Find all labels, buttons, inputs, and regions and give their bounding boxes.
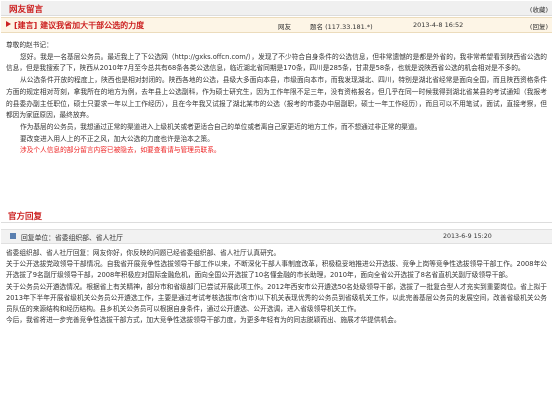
reply-time: 2013-6-9 15:20 [443, 233, 492, 240]
official-reply-title: 官方回复 [8, 212, 43, 222]
reply-body: 省委组织部、省人社厅回复：网友你好，你反映的问题已经省委组织部、省人社厅认真研究… [6, 248, 547, 326]
favorite-link[interactable]: (收藏) [530, 4, 548, 14]
page-header: 网友留言 (收藏) [1, 1, 552, 16]
greeting: 尊敬的赵书记： [6, 41, 53, 49]
reply-link[interactable]: (回复) [530, 21, 548, 31]
message-paragraph: 您好。我是一名基层公务员。最近我上了下公选网（http://gxks.offcn… [6, 52, 547, 73]
message-paragraph: 要改变进入用人上的不正之风，加大公选的力度也许是治本之策。 [20, 134, 214, 143]
reply-paragraph: 今后，我省将进一步完善竞争性选拔干部方式，加大竞争性选拔领导干部力度，为更多年轻… [6, 316, 401, 325]
message-time: 2013-4-8 16:52 [413, 21, 464, 29]
section-divider [1, 222, 552, 223]
reply-paragraph: 关于公开选拔党政领导干部情况。自我省开展竞争性选拔领导干部工作以来，不断深化干部… [6, 260, 547, 280]
square-bullet-icon [10, 233, 16, 239]
reply-header: 回复单位：省委组织部、省人社厅 2013-6-9 15:20 [1, 229, 552, 244]
message-subject: [建言] 建议我省加大干部公选的力度 [14, 21, 145, 30]
message-paragraph: 作为基层的公务员，我想通过正常的渠道进入上级机关或者更适合自己的单位或者离自己家… [20, 122, 422, 131]
message-body: 尊敬的赵书记： 您好。我是一名基层公务员。最近我上了下公选网（http://gx… [6, 40, 547, 157]
reply-paragraph: 省委组织部、省人社厅回复：网友你好，你反映的问题已经省委组织部、省人社厅认真研究… [6, 249, 281, 257]
privacy-notice: 涉及个人信息的部分留言内容已被隐去，如要查看请与管理员联系。 [20, 146, 221, 155]
message-paragraph: 从公选条件开放的程度上，陕西也是相对封闭的。陕西各地的公选，县级大多面向本县，市… [6, 76, 547, 120]
arrow-right-icon [6, 21, 11, 27]
reply-unit: 回复单位：省委组织部、省人社厅 [21, 234, 123, 242]
message-header: [建言] 建议我省加大干部公选的力度 网友 题名 (117.33.181.*) … [1, 17, 552, 33]
author-role: 网友 [278, 23, 291, 31]
author-ip: 题名 (117.33.181.*) [310, 23, 373, 31]
reply-paragraph: 关于公务员公开遴选情况。根据省上有关精神，部分市和省级部门已尝试开展此项工作。2… [6, 282, 547, 314]
page-title: 网友留言 [9, 5, 44, 15]
